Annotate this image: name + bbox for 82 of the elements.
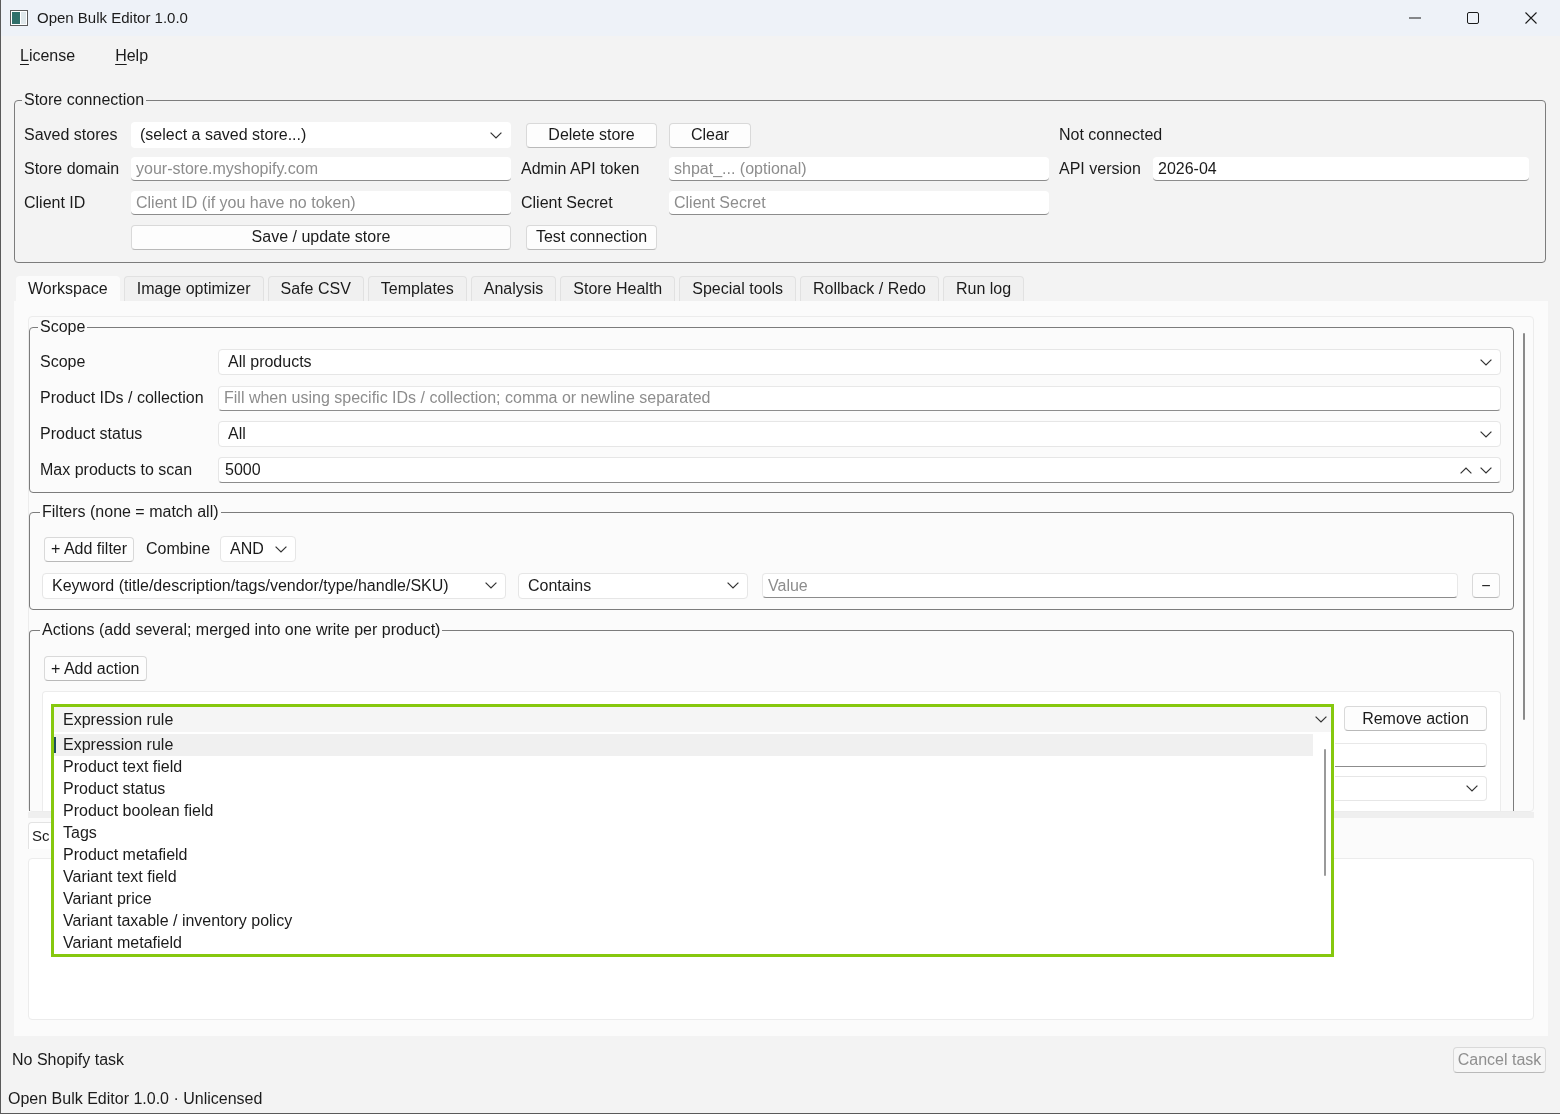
chevron-down-icon: [1315, 716, 1327, 723]
tab[interactable]: Store Health: [560, 276, 676, 301]
dropdown-option[interactable]: Variant taxable / inventory policy: [54, 910, 1313, 932]
tab[interactable]: Run log: [942, 276, 1025, 301]
add-filter-button[interactable]: + Add filter: [44, 536, 135, 562]
api-token-field[interactable]: shpat_... (optional): [669, 157, 1049, 181]
connection-status: Not connected: [1059, 125, 1164, 145]
chevron-down-icon: [490, 131, 502, 139]
chevron-down-icon: [727, 582, 739, 589]
tab[interactable]: Workspace: [16, 276, 120, 301]
field-label: Combine: [146, 539, 211, 559]
field-label: Product IDs / collection: [40, 388, 205, 408]
group-title: Scope: [39, 317, 87, 337]
chevron-down-icon: [1480, 358, 1492, 366]
chevron-down-icon: [1480, 430, 1492, 438]
window-title: Open Bulk Editor 1.0.0: [37, 7, 188, 28]
remove-filter-button[interactable]: −: [1472, 573, 1500, 598]
dropdown-option[interactable]: Variant text field: [54, 866, 1313, 888]
scope-select[interactable]: All: [218, 421, 1501, 447]
scrollbar[interactable]: [1324, 749, 1326, 876]
tab[interactable]: Sc: [28, 822, 51, 849]
action-value-field[interactable]: [1335, 743, 1487, 767]
product-ids-field[interactable]: Fill when using specific IDs / collection; comma or newline separated: [218, 385, 1501, 411]
field-label: Saved stores: [24, 125, 119, 145]
app-icon: [10, 10, 28, 26]
tab[interactable]: Image optimizer: [123, 276, 264, 301]
minimize-icon: [1409, 17, 1421, 19]
remove-action-button[interactable]: Remove action: [1344, 706, 1487, 731]
chevron-down-icon: [1480, 466, 1492, 474]
add-action-button[interactable]: + Add action: [44, 656, 147, 681]
dropdown-option[interactable]: Product text field: [54, 756, 1313, 778]
field-label: Product status: [40, 424, 144, 444]
maximize-icon: [1467, 12, 1479, 24]
field-label: Client ID: [24, 193, 87, 213]
dropdown-option[interactable]: Product status: [54, 778, 1313, 800]
dropdown-option[interactable]: Variant metafield: [54, 932, 1313, 954]
scope-select[interactable]: All products: [218, 349, 1501, 375]
tab[interactable]: Safe CSV: [267, 276, 364, 301]
number-spinbox[interactable]: 5000: [218, 457, 1501, 483]
group-title: Store connection: [23, 90, 146, 110]
tab[interactable]: Analysis: [470, 276, 557, 301]
api-version-field[interactable]: 2026-04: [1153, 157, 1529, 181]
filter-value-field[interactable]: Value: [762, 573, 1458, 598]
task-status: No Shopify task: [12, 1050, 125, 1070]
menu-item[interactable]: License: [12, 41, 84, 71]
save-store-button[interactable]: Save / update store: [131, 224, 511, 250]
scrollbar[interactable]: [1523, 333, 1525, 720]
chevron-down-icon: [485, 582, 497, 589]
delete-store-button[interactable]: Delete store: [526, 122, 657, 148]
client-id-field[interactable]: Client ID (if you have no token): [131, 191, 511, 215]
clear-button[interactable]: Clear: [669, 122, 751, 148]
chevron-down-icon: [1466, 785, 1478, 792]
action-option-select[interactable]: [1335, 776, 1487, 801]
field-label: Client Secret: [521, 193, 614, 213]
dropdown-option[interactable]: Tags: [54, 822, 1313, 844]
field-label: API version: [1059, 159, 1142, 179]
filter-field-select[interactable]: Keyword (title/description/tags/vendor/type/handle/SKU): [42, 572, 506, 599]
tab[interactable]: Special tools: [679, 276, 796, 301]
chevron-down-icon: [275, 545, 288, 553]
store-domain-field[interactable]: your-store.myshopify.com: [131, 157, 511, 181]
field-label: Admin API token: [521, 159, 641, 179]
menu-item[interactable]: Help: [107, 41, 157, 71]
dropdown-option[interactable]: Expression rule: [54, 734, 1313, 756]
group-title: Actions (add several; merged into one write per product): [41, 620, 442, 640]
dropdown-option[interactable]: Product metafield: [54, 844, 1313, 866]
close-icon: [1525, 12, 1537, 24]
dropdown-option[interactable]: Product boolean field: [54, 800, 1313, 822]
client-secret-field[interactable]: Client Secret: [669, 191, 1049, 215]
saved-stores-select[interactable]: (select a saved store...): [131, 122, 511, 148]
tab[interactable]: Templates: [367, 276, 467, 301]
footer-text: Open Bulk Editor 1.0.0 · Unlicensed: [8, 1088, 263, 1109]
dropdown-option[interactable]: Variant price: [54, 888, 1313, 910]
field-label: Max products to scan: [40, 460, 194, 480]
test-connection-button[interactable]: Test connection: [526, 224, 657, 250]
field-label: Scope: [40, 352, 87, 372]
field-label: Store domain: [24, 159, 121, 179]
filter-operator-select[interactable]: Contains: [518, 572, 748, 599]
chevron-up-icon: [1460, 466, 1472, 474]
tab[interactable]: Rollback / Redo: [800, 276, 939, 301]
group-title: Filters (none = match all): [41, 502, 220, 522]
combine-select[interactable]: AND: [220, 536, 297, 562]
action-type-select[interactable]: Expression rule: [51, 704, 1334, 732]
